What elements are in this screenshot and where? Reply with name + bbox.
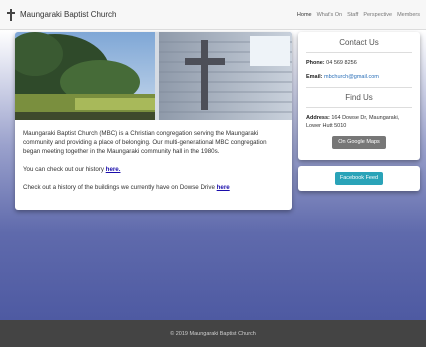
email-link[interactable]: mbchurch@gmail.com [324,74,379,80]
buildings-paragraph: Check out a history of the buildings we … [23,183,284,192]
footer-text: © 2019 Maungaraki Baptist Church [170,330,256,337]
phone-label: Phone: [306,60,325,66]
navbar: Maungaraki Baptist Church Home What's On… [0,0,426,30]
address-row: Address: 164 Dowse Dr, Maungaraki, Lower… [306,114,412,130]
about-card: Maungaraki Baptist Church (MBC) is a Chr… [15,32,292,210]
about-text: Maungaraki Baptist Church (MBC) is a Chr… [15,120,292,192]
email-row: Email: mbchurch@gmail.com [306,73,412,81]
history-paragraph: You can check out our history here. [23,165,284,174]
nav-whats-on[interactable]: What's On [317,12,343,18]
facebook-card: Facebook Feed [298,166,420,191]
nav-staff[interactable]: Staff [347,12,358,18]
buildings-text: Check out a history of the buildings we … [23,184,217,191]
google-maps-button[interactable]: On Google Maps [332,136,386,149]
phone-value: 04 569 8256 [326,60,357,66]
phone-row: Phone: 04 569 8256 [306,59,412,67]
email-label: Email: [306,74,323,80]
church-hero-image [15,32,292,120]
facebook-feed-button[interactable]: Facebook Feed [335,172,383,185]
nav-home[interactable]: Home [297,12,312,18]
brand[interactable]: Maungaraki Baptist Church [6,8,117,21]
buildings-link[interactable]: here [217,184,230,191]
cross-icon [7,8,15,21]
contact-title: Contact Us [306,38,412,53]
nav-perspective[interactable]: Perspective [363,12,392,18]
history-link[interactable]: here. [106,166,121,173]
address-label: Address: [306,115,330,121]
nav-links: Home What's On Staff Perspective Members [297,12,420,18]
contact-card: Contact Us Phone: 04 569 8256 Email: mbc… [298,32,420,160]
footer: © 2019 Maungaraki Baptist Church [0,320,426,347]
history-text: You can check out our history [23,166,106,173]
brand-name: Maungaraki Baptist Church [20,10,117,19]
nav-members[interactable]: Members [397,12,420,18]
intro-paragraph: Maungaraki Baptist Church (MBC) is a Chr… [23,130,267,155]
find-title: Find Us [306,87,412,108]
